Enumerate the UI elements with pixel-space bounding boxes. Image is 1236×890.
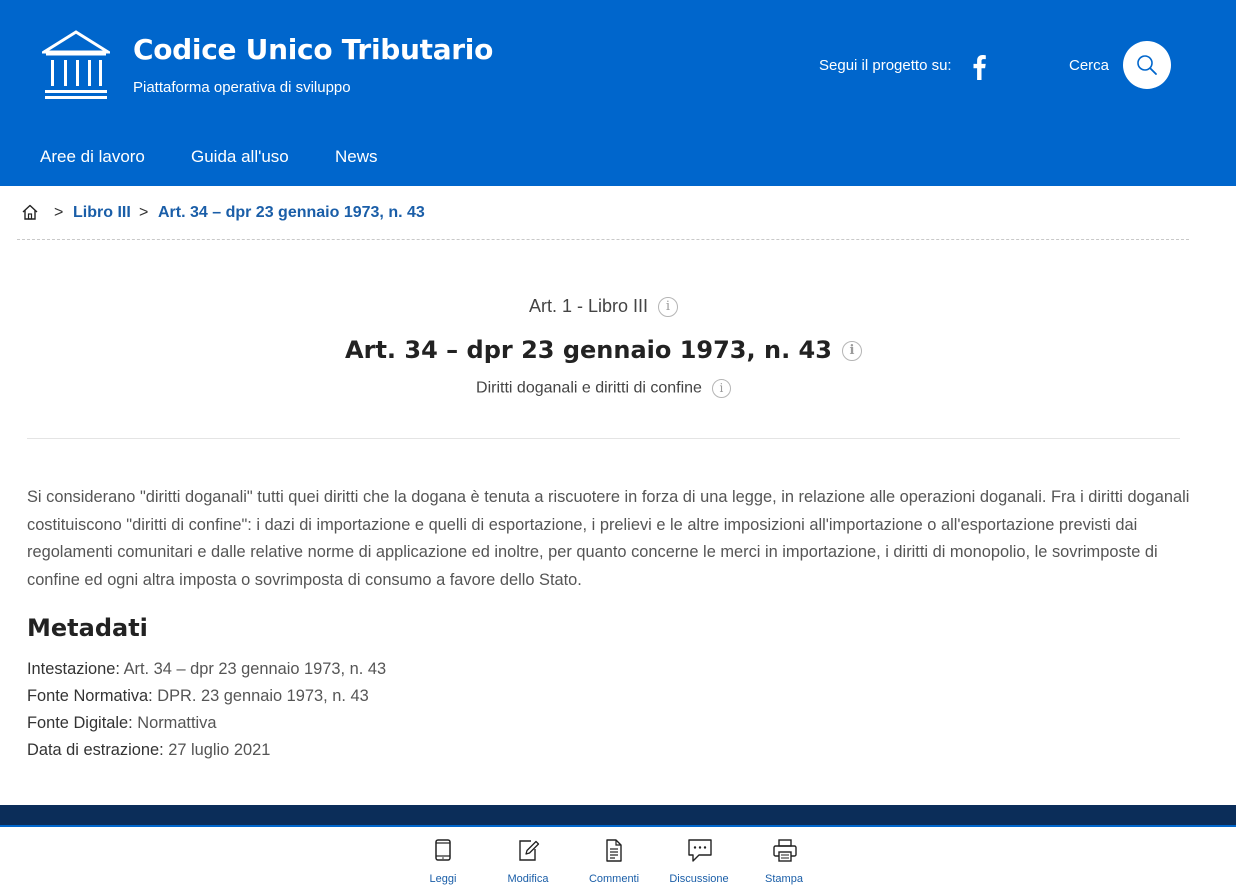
toolbar-commenti-button[interactable]: Commenti (574, 827, 654, 890)
metadata-list: Intestazione: Art. 34 – dpr 23 gennaio 1… (27, 656, 386, 764)
home-icon[interactable] (21, 203, 39, 221)
article-subtitle: Diritti doganali e diritti di confine (476, 379, 702, 397)
site-header: Codice Unico Tributario Piattaforma oper… (0, 0, 1236, 186)
toolbar-stampa-button[interactable]: Stampa (744, 827, 824, 890)
metadata-row: Data di estrazione: 27 luglio 2021 (27, 737, 386, 764)
footer-band (0, 805, 1236, 825)
article-pre-title: Art. 1 - Libro III (528, 296, 649, 316)
printer-icon (773, 839, 797, 862)
metadata-value: 27 luglio 2021 (168, 741, 271, 759)
article-pre-title-row: Art. 1 - Libro III i (27, 296, 1180, 318)
nav-item-news[interactable]: News (335, 147, 378, 167)
article-heading: Art. 1 - Libro III i Art. 34 – dpr 23 gen… (27, 260, 1180, 439)
info-icon[interactable]: i (711, 379, 731, 398)
toolbar-leggi-button[interactable]: Leggi (403, 827, 483, 890)
metadata-value: Art. 34 – dpr 23 gennaio 1973, n. 43 (123, 660, 387, 678)
toolbar-label: Stampa (765, 873, 803, 885)
facebook-icon[interactable] (970, 54, 988, 80)
breadcrumb-current-article[interactable]: Art. 34 – dpr 23 gennaio 1973, n. 43 (158, 204, 425, 222)
breadcrumb-libro-iii[interactable]: Libro III (73, 204, 131, 222)
toolbar-discussione-button[interactable]: Discussione (659, 827, 739, 890)
metadata-value: DPR. 23 gennaio 1973, n. 43 (157, 687, 369, 705)
article-body: Si considerano "diritti doganali" tutti … (27, 488, 1190, 589)
info-icon[interactable]: i (658, 297, 679, 318)
breadcrumb-separator: > (54, 204, 64, 221)
metadata-key: Fonte Normativa: (27, 687, 153, 705)
nav-item-guida-all-uso[interactable]: Guida all'uso (191, 147, 289, 167)
toolbar-label: Discussione (669, 873, 729, 885)
metadata-row: Intestazione: Art. 34 – dpr 23 gennaio 1… (27, 656, 386, 683)
breadcrumb-separator: > (139, 204, 149, 221)
info-icon[interactable]: i (841, 341, 862, 361)
page-toolbar: Leggi Modifica Commenti Discussione Stam… (0, 827, 1236, 890)
toolbar-modifica-button[interactable]: Modifica (488, 827, 568, 890)
search-label[interactable]: Cerca (1069, 57, 1109, 74)
breadcrumb: > Libro III > Art. 34 – dpr 23 gennaio 1… (17, 198, 1189, 240)
metadata-row: Fonte Normativa: DPR. 23 gennaio 1973, n… (27, 683, 386, 710)
metadata-key: Data di estrazione: (27, 741, 164, 759)
metadata-row: Fonte Digitale: Normattiva (27, 710, 386, 737)
metadata-title: Metadati (27, 614, 148, 642)
toolbar-label: Commenti (588, 873, 640, 885)
search-button[interactable] (1123, 41, 1171, 89)
metadata-key: Fonte Digitale: (27, 714, 133, 732)
building-columns-icon[interactable] (42, 30, 110, 100)
tablet-icon (435, 839, 451, 861)
site-subtitle: Piattaforma operativa di sviluppo (133, 79, 351, 96)
search-icon (1137, 55, 1157, 75)
site-title[interactable]: Codice Unico Tributario (133, 33, 493, 66)
document-icon (606, 839, 622, 862)
edit-icon (519, 840, 540, 861)
article-title-row: Art. 34 – dpr 23 gennaio 1973, n. 43 i (27, 336, 1180, 364)
toolbar-label: Modifica (507, 873, 549, 885)
metadata-key: Intestazione: (27, 660, 120, 678)
chat-icon (688, 839, 712, 862)
toolbar-label: Leggi (429, 873, 457, 885)
article-subtitle-row: Diritti doganali e diritti di confine i (27, 379, 1180, 398)
nav-item-aree-di-lavoro[interactable]: Aree di lavoro (40, 147, 145, 167)
article-title: Art. 34 – dpr 23 gennaio 1973, n. 43 (345, 336, 832, 364)
metadata-value: Normattiva (137, 714, 217, 732)
follow-label: Segui il progetto su: (819, 57, 952, 74)
